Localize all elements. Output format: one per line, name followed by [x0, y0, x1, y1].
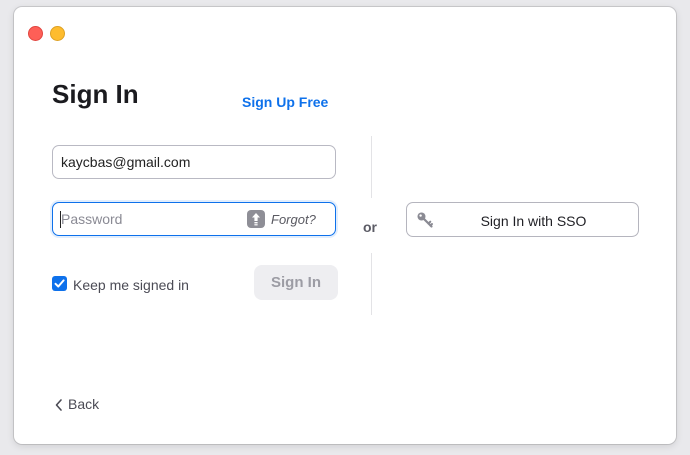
- page-title: Sign In: [52, 79, 139, 109]
- checkmark-icon: [54, 279, 65, 288]
- email-input[interactable]: [61, 146, 321, 178]
- divider-bottom: [371, 253, 372, 315]
- sign-in-button[interactable]: Sign In: [254, 265, 338, 300]
- text-caret: [60, 211, 61, 228]
- minimize-window-button[interactable]: [50, 26, 65, 41]
- back-label: Back: [68, 396, 100, 412]
- sign-in-with-sso-button[interactable]: Sign In with SSO: [406, 202, 639, 237]
- sign-in-window: Sign In Sign Up Free Forgot? Keep me sig…: [14, 7, 676, 444]
- close-window-button[interactable]: [28, 26, 43, 41]
- keep-signed-in-label[interactable]: Keep me signed in: [73, 277, 189, 293]
- password-manager-icon[interactable]: [247, 210, 265, 228]
- sign-up-free-link[interactable]: Sign Up Free: [242, 94, 328, 110]
- email-field[interactable]: [52, 145, 336, 179]
- chevron-left-icon: [55, 399, 62, 411]
- divider-top: [371, 136, 372, 198]
- keep-signed-in-checkbox[interactable]: [52, 276, 67, 291]
- or-separator: or: [363, 219, 377, 235]
- password-field[interactable]: Forgot?: [52, 202, 336, 236]
- sso-button-label: Sign In with SSO: [480, 213, 587, 229]
- password-input[interactable]: [61, 203, 241, 235]
- forgot-password-link[interactable]: Forgot?: [271, 212, 316, 227]
